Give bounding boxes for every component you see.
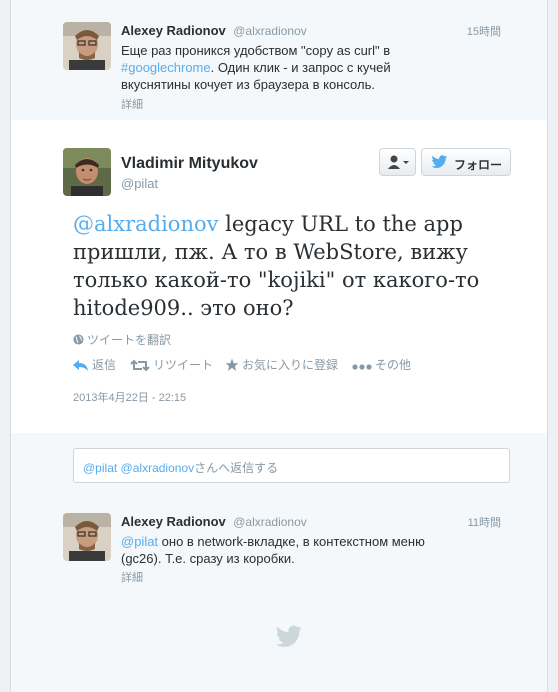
star-icon bbox=[225, 358, 239, 371]
retweet-action[interactable]: リツイート bbox=[130, 356, 213, 373]
follow-label: フォロー bbox=[454, 158, 503, 172]
reply-mention: @pilat bbox=[83, 461, 118, 475]
user-dropdown-icon bbox=[388, 155, 409, 169]
reply-label: 返信 bbox=[92, 358, 117, 372]
tweet-text: @alxradionov legacy URL to the app пришл… bbox=[73, 210, 518, 322]
author-handle[interactable]: @alxradionov bbox=[233, 24, 307, 38]
retweet-icon bbox=[130, 359, 150, 372]
mention-link[interactable]: @pilat bbox=[121, 534, 158, 549]
mention-link[interactable]: @alxradionov bbox=[73, 212, 218, 236]
follow-button[interactable]: フォロー bbox=[421, 148, 511, 176]
twitter-bird-icon bbox=[275, 625, 302, 647]
globe-icon bbox=[73, 334, 84, 345]
avatar[interactable] bbox=[63, 513, 111, 561]
tweet-text-part: Еще раз проникся удобством "copy as curl… bbox=[121, 43, 391, 58]
hashtag-link[interactable]: #googlechrome bbox=[121, 60, 211, 75]
translate-label: ツイートを翻訳 bbox=[87, 333, 172, 347]
avatar[interactable] bbox=[63, 22, 111, 70]
reply-placeholder: さんへ返信する bbox=[194, 461, 279, 475]
tweet-text: @pilat оно в network-вкладке, в контекст… bbox=[121, 533, 451, 567]
tweet-timestamp[interactable]: 2013年4月22日 - 22:15 bbox=[73, 389, 186, 405]
tweet-permalink-panel: Alexey Radionov @alxradionov 15時間 Еще ра… bbox=[10, 0, 548, 692]
reply-tweet[interactable]: Alexey Radionov @alxradionov 11時間 @pilat… bbox=[11, 503, 547, 594]
author-handle[interactable]: @alxradionov bbox=[233, 515, 307, 529]
reply-input[interactable]: @pilat @alxradionovさんへ返信する bbox=[73, 448, 510, 483]
reply-action[interactable]: 返信 bbox=[73, 356, 116, 373]
author-name[interactable]: Vladimir Mityukov bbox=[121, 155, 258, 173]
translate-tweet-link[interactable]: ツイートを翻訳 bbox=[73, 331, 171, 348]
tweet-time[interactable]: 15時間 bbox=[467, 23, 501, 39]
favorite-label: お気に入りに登録 bbox=[242, 358, 339, 372]
twitter-bird-icon bbox=[431, 155, 448, 168]
favorite-action[interactable]: お気に入りに登録 bbox=[225, 356, 338, 373]
reply-mention: @alxradionov bbox=[120, 461, 195, 475]
avatar[interactable] bbox=[63, 148, 111, 196]
author-name[interactable]: Alexey Radionov bbox=[121, 23, 226, 38]
more-label: その他 bbox=[375, 358, 412, 372]
tweet-time[interactable]: 11時間 bbox=[468, 514, 501, 530]
user-actions-button[interactable] bbox=[379, 148, 416, 176]
tweet-text-part: оно в network-вкладке, в контекстном мен… bbox=[121, 534, 425, 566]
details-link[interactable]: 詳細 bbox=[121, 569, 143, 585]
ancestor-tweet[interactable]: Alexey Radionov @alxradionov 15時間 Еще ра… bbox=[11, 0, 547, 121]
reply-icon bbox=[73, 360, 88, 371]
tweet-text: Еще раз проникся удобством "copy as curl… bbox=[121, 42, 451, 93]
more-dots-icon bbox=[352, 364, 372, 370]
more-action[interactable]: その他 bbox=[352, 356, 411, 373]
details-link[interactable]: 詳細 bbox=[121, 96, 143, 112]
retweet-label: リツイート bbox=[153, 358, 214, 372]
author-name[interactable]: Alexey Radionov bbox=[121, 514, 226, 529]
author-handle[interactable]: @pilat bbox=[121, 176, 158, 191]
